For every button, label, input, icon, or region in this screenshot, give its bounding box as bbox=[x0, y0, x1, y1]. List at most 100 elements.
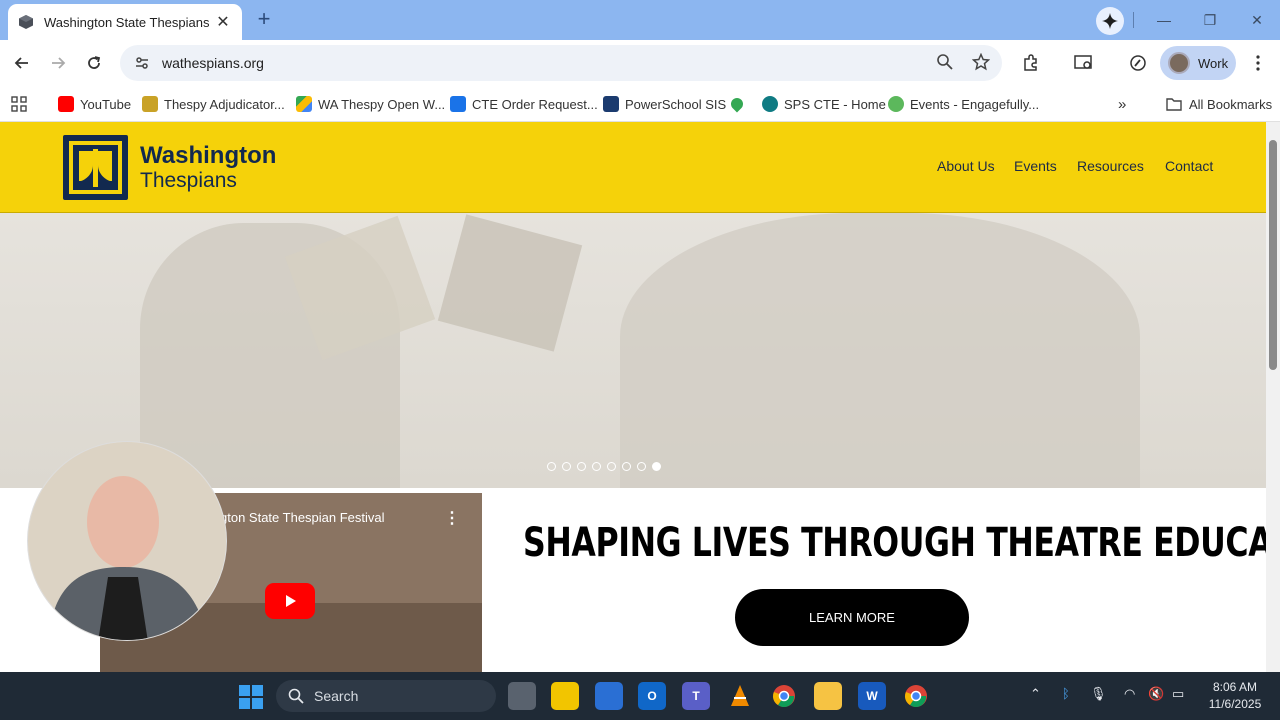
more-vertical-icon bbox=[1256, 55, 1260, 71]
bookmark-engagefully[interactable]: Events - Engagefully... bbox=[888, 93, 1039, 115]
site-info-icon[interactable] bbox=[134, 55, 150, 71]
slider-dot[interactable] bbox=[577, 462, 586, 471]
sis-icon bbox=[603, 96, 619, 112]
browser-menu-button[interactable] bbox=[1245, 50, 1271, 76]
scrollbar-thumb[interactable] bbox=[1269, 140, 1277, 370]
thespian-masks-logo-icon[interactable] bbox=[63, 135, 128, 200]
bookmark-label: WA Thespy Open W... bbox=[318, 96, 446, 112]
bookmark-cte-order-request[interactable]: CTE Order Request... bbox=[450, 93, 598, 115]
omnibox-actions bbox=[936, 53, 990, 71]
sticky-notes-icon[interactable] bbox=[551, 682, 579, 710]
web-page: Washington Thespians About Us Events Res… bbox=[0, 122, 1266, 672]
file-explorer-icon[interactable] bbox=[814, 682, 842, 710]
presenter-silhouette bbox=[28, 442, 226, 640]
new-tab-button[interactable]: + bbox=[252, 8, 276, 32]
browser-tab[interactable]: Washington State Thespians ✕ bbox=[8, 4, 242, 40]
apps-button[interactable] bbox=[11, 93, 27, 115]
bluetooth-icon[interactable]: ᛒ bbox=[1062, 686, 1070, 701]
extensions-button[interactable] bbox=[1018, 50, 1044, 76]
maximize-button[interactable]: ❐ bbox=[1196, 8, 1224, 32]
slider-dot[interactable] bbox=[592, 462, 601, 471]
bookmark-label: YouTube bbox=[80, 96, 132, 112]
engagefully-icon bbox=[888, 96, 904, 112]
tab-strip: Washington State Thespians ✕ + — ❐ ✕ bbox=[0, 0, 1280, 40]
profile-button[interactable]: Work bbox=[1160, 46, 1236, 80]
microphone-icon[interactable]: 🎙 bbox=[1090, 686, 1107, 702]
slider-dot[interactable] bbox=[547, 462, 556, 471]
bookmark-maps[interactable] bbox=[728, 93, 749, 115]
thespy-icon bbox=[142, 96, 158, 112]
page-scrollbar[interactable] bbox=[1266, 122, 1280, 672]
clock-date: 11/6/2025 bbox=[1208, 697, 1262, 711]
hero-photo-award bbox=[437, 214, 583, 352]
slider-dot[interactable] bbox=[652, 462, 661, 471]
bookmark-sps-cte-home[interactable]: SPS CTE - Home bbox=[762, 93, 886, 115]
logo-subtitle[interactable]: Thespians bbox=[140, 169, 237, 193]
slider-dot[interactable] bbox=[607, 462, 616, 471]
learn-more-button[interactable]: LEARN MORE bbox=[735, 589, 969, 646]
close-tab-icon[interactable]: ✕ bbox=[214, 12, 232, 32]
site-favicon-icon bbox=[19, 15, 33, 29]
bookmark-youtube[interactable]: YouTube bbox=[58, 93, 131, 115]
bookmarks-overflow-button[interactable]: » bbox=[1118, 93, 1126, 115]
chrome-icon[interactable] bbox=[770, 682, 798, 710]
wifi-icon[interactable]: ◠ bbox=[1124, 686, 1135, 702]
vlc-icon[interactable] bbox=[726, 682, 754, 710]
chrome-logo-icon bbox=[905, 685, 927, 708]
slider-dot[interactable] bbox=[562, 462, 571, 471]
battery-icon[interactable]: ▭ bbox=[1172, 686, 1184, 702]
nav-contact[interactable]: Contact bbox=[1165, 158, 1213, 174]
forward-button[interactable] bbox=[45, 50, 71, 76]
nav-about-us[interactable]: About Us bbox=[937, 158, 995, 174]
teams-icon[interactable]: T bbox=[682, 682, 710, 710]
taskbar: Search O T W ⌃ ᛒ 🎙 ◠ 🔇 ▭ 8:06 AM 11/6/20… bbox=[0, 672, 1280, 720]
calculator-app-icon[interactable] bbox=[595, 682, 623, 710]
tab-title: Washington State Thespians bbox=[44, 14, 210, 30]
chrome-profile-icon[interactable] bbox=[902, 682, 930, 710]
back-button[interactable] bbox=[9, 50, 35, 76]
performance-button[interactable] bbox=[1125, 50, 1151, 76]
word-icon[interactable]: W bbox=[858, 682, 886, 710]
more-vertical-icon[interactable]: ⋮ bbox=[444, 508, 460, 528]
bookmark-wa-thespy-open[interactable]: WA Thespy Open W... bbox=[296, 93, 445, 115]
search-icon bbox=[288, 688, 304, 704]
bookmark-label: CTE Order Request... bbox=[472, 96, 598, 112]
youtube-play-button[interactable] bbox=[265, 583, 315, 619]
slider-dot[interactable] bbox=[622, 462, 631, 471]
video-title[interactable]: gton State Thespian Festival bbox=[220, 510, 385, 525]
slider-dot[interactable] bbox=[637, 462, 646, 471]
outlook-icon[interactable]: O bbox=[638, 682, 666, 710]
browser-toolbar: wathespians.org Work bbox=[0, 40, 1280, 86]
task-view-icon[interactable] bbox=[508, 682, 536, 710]
sparkle-icon bbox=[1102, 13, 1118, 29]
url-text[interactable]: wathespians.org bbox=[162, 55, 264, 71]
hero-headline: SHAPING LIVES THROUGH THEATRE EDUCATION. bbox=[523, 520, 1266, 566]
star-icon[interactable] bbox=[972, 53, 990, 71]
taskbar-search-box[interactable]: Search bbox=[276, 680, 496, 712]
nav-resources[interactable]: Resources bbox=[1077, 158, 1144, 174]
nav-events[interactable]: Events bbox=[1014, 158, 1057, 174]
volume-muted-icon[interactable]: 🔇 bbox=[1148, 686, 1164, 702]
reload-button[interactable] bbox=[81, 50, 107, 76]
logo-graphic bbox=[69, 141, 122, 194]
bookmark-thespy-adjudicator[interactable]: Thespy Adjudicator... bbox=[142, 93, 285, 115]
gemini-button[interactable] bbox=[1096, 7, 1124, 35]
hero-slider[interactable] bbox=[0, 213, 1266, 488]
profile-label: Work bbox=[1198, 55, 1229, 71]
xm-icon bbox=[450, 96, 466, 112]
close-window-button[interactable]: ✕ bbox=[1243, 8, 1271, 32]
address-bar[interactable]: wathespians.org bbox=[120, 45, 1002, 81]
all-bookmarks-button[interactable]: All Bookmarks bbox=[1166, 93, 1272, 115]
apps-grid-icon bbox=[11, 96, 27, 112]
logo-title[interactable]: Washington bbox=[140, 142, 276, 170]
speed-icon bbox=[1130, 55, 1146, 71]
minimize-button[interactable]: — bbox=[1150, 8, 1178, 32]
windows-start-icon[interactable] bbox=[238, 684, 264, 710]
bookmark-powerschool[interactable]: PowerSchool SIS bbox=[603, 93, 726, 115]
zoom-icon[interactable] bbox=[936, 53, 954, 71]
arrow-left-icon bbox=[14, 57, 28, 69]
tab-search-button[interactable] bbox=[1071, 50, 1097, 76]
slider-dots bbox=[547, 462, 661, 471]
taskbar-clock[interactable]: 8:06 AM 11/6/2025 bbox=[1200, 679, 1270, 713]
chevron-up-icon[interactable]: ⌃ bbox=[1030, 686, 1041, 702]
